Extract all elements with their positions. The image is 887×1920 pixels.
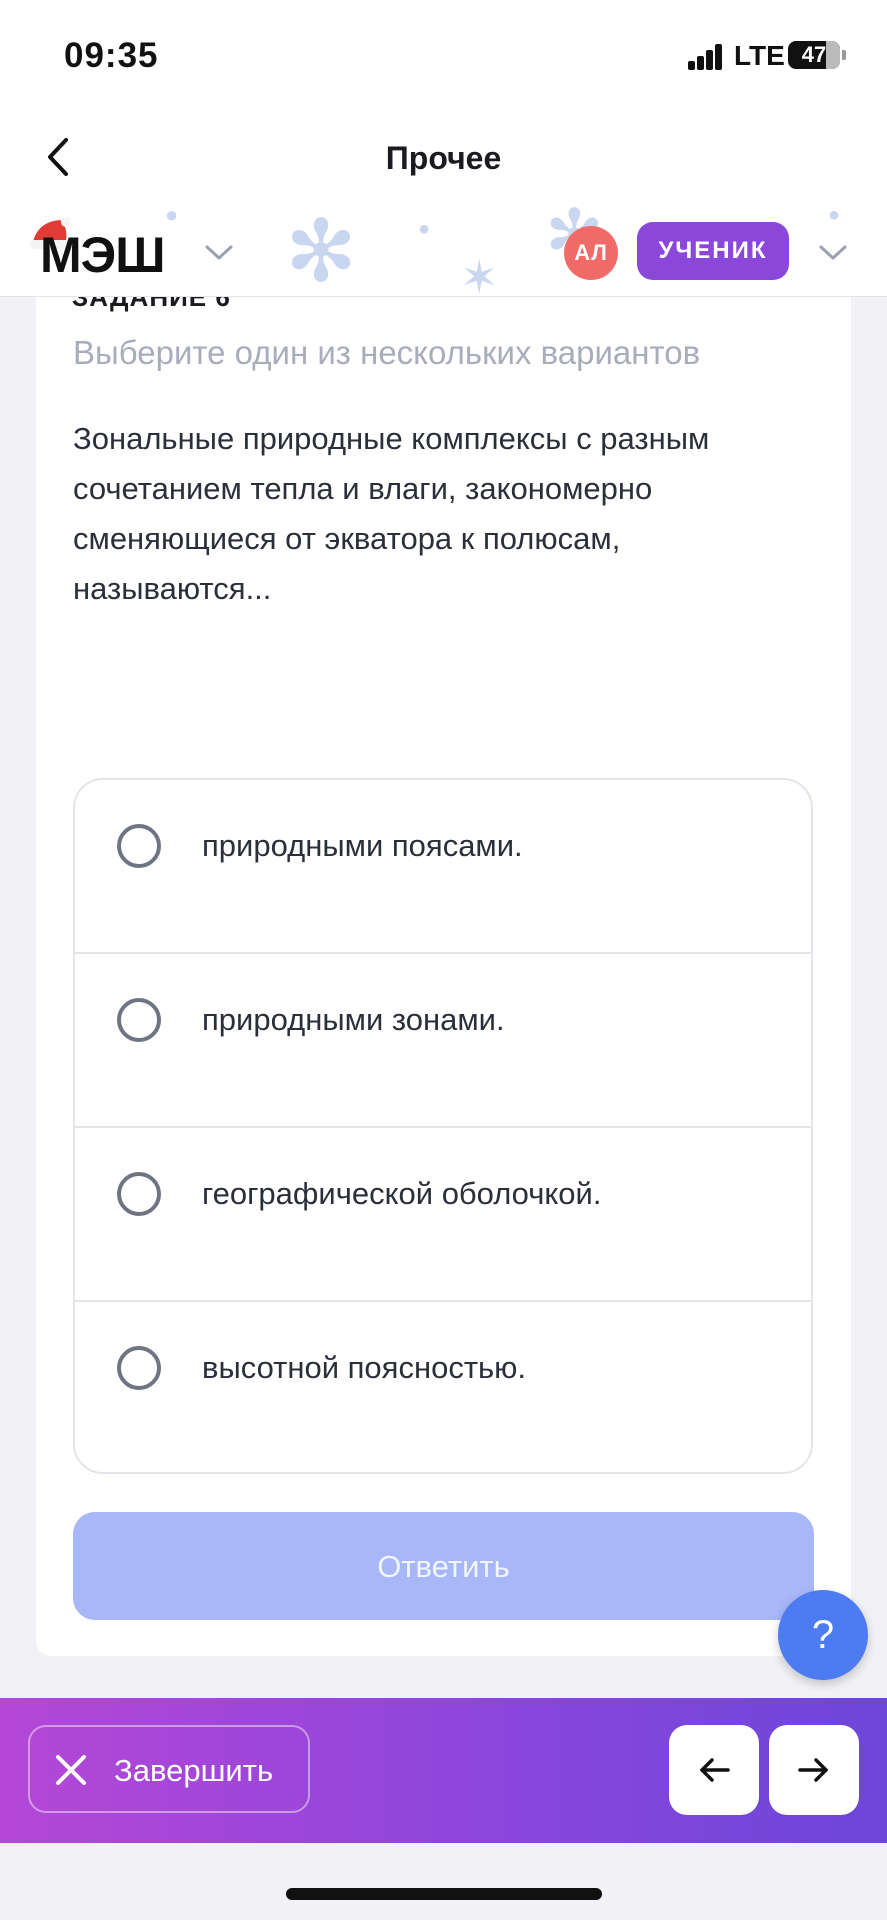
nav-title: Прочее xyxy=(385,140,502,176)
submit-answer-button[interactable]: Ответить xyxy=(73,1512,814,1620)
radio-button[interactable] xyxy=(117,824,161,868)
option-label: географической оболочкой. xyxy=(202,1176,602,1211)
snowflake-icon: ✻ xyxy=(285,206,358,297)
task-instruction: Выберите один из нескольких вариантов xyxy=(73,334,701,371)
snowflake-icon: ● xyxy=(418,218,431,240)
option-label: природными зонами. xyxy=(202,1002,505,1037)
bottom-bar: Завершить xyxy=(0,1698,887,1843)
role-badge[interactable]: УЧЕНИК xyxy=(637,222,789,280)
answer-option[interactable]: природными зонами. xyxy=(75,954,811,1128)
option-label: природными поясами. xyxy=(202,828,523,863)
close-icon xyxy=(56,1755,86,1785)
next-button[interactable] xyxy=(769,1725,859,1815)
finish-label: Завершить xyxy=(114,1753,274,1788)
arrow-left-icon xyxy=(700,1758,730,1782)
nav-bar: Прочее xyxy=(0,110,887,206)
chevron-down-icon[interactable] xyxy=(818,244,848,262)
arrow-right-icon xyxy=(798,1758,828,1782)
radio-button[interactable] xyxy=(117,1346,161,1390)
avatar[interactable]: АЛ xyxy=(564,226,618,280)
option-label: высотной поясностью. xyxy=(202,1350,527,1385)
signal-icon xyxy=(688,42,724,70)
previous-button[interactable] xyxy=(669,1725,759,1815)
battery-level: 47 xyxy=(801,42,827,67)
snowflake-icon: ● xyxy=(828,206,841,226)
snowflake-icon: ● xyxy=(165,206,179,227)
status-bar: 09:35 LTE 47 xyxy=(0,0,887,110)
question-text: Зональные природные комплексы с разным с… xyxy=(73,421,710,606)
radio-button[interactable] xyxy=(117,998,161,1042)
answer-option[interactable]: природными поясами. xyxy=(75,780,811,954)
status-time: 09:35 xyxy=(64,36,159,75)
finish-button[interactable]: Завершить xyxy=(28,1725,310,1813)
battery-icon: 47 xyxy=(788,41,840,69)
help-button[interactable]: ? xyxy=(778,1590,868,1680)
network-type: LTE xyxy=(734,40,785,71)
answer-option[interactable]: высотной поясностью. xyxy=(75,1302,811,1472)
app-header: ✻ ● ● ✶ ✻ ● МЭШ АЛ УЧЕНИК xyxy=(0,206,887,297)
chevron-down-icon[interactable] xyxy=(204,244,234,262)
snowflake-icon: ✶ xyxy=(460,251,499,297)
radio-button[interactable] xyxy=(117,1172,161,1216)
home-indicator xyxy=(286,1888,602,1900)
app-logo[interactable]: МЭШ xyxy=(40,226,165,284)
answer-option[interactable]: географической оболочкой. xyxy=(75,1128,811,1302)
answer-options: природными поясами. природными зонами. г… xyxy=(73,778,813,1474)
battery-tip xyxy=(842,50,846,60)
